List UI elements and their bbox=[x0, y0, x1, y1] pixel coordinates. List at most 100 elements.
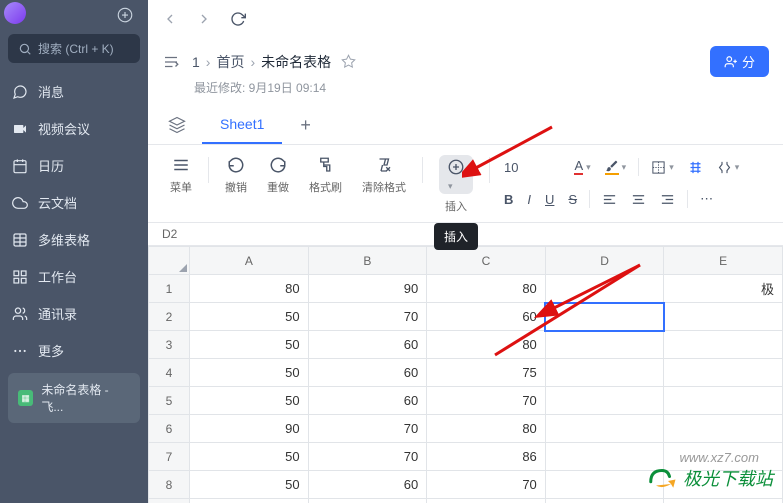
row-header[interactable]: 3 bbox=[149, 331, 190, 359]
column-header[interactable]: A bbox=[190, 247, 309, 275]
menu-button[interactable]: 菜单 bbox=[162, 153, 200, 197]
align-right-button[interactable] bbox=[654, 188, 681, 211]
underline-button[interactable]: U bbox=[539, 188, 560, 211]
refresh-button[interactable] bbox=[230, 11, 246, 27]
cell[interactable]: 极 bbox=[664, 275, 783, 303]
cell[interactable] bbox=[545, 331, 664, 359]
cell[interactable]: 75 bbox=[427, 359, 546, 387]
cell[interactable]: 60 bbox=[308, 387, 427, 415]
undo-button[interactable]: 撤销 bbox=[217, 153, 255, 197]
cell[interactable]: 50 bbox=[190, 499, 309, 503]
column-header[interactable]: B bbox=[308, 247, 427, 275]
cell[interactable] bbox=[664, 499, 783, 503]
cell[interactable]: 60 bbox=[308, 499, 427, 503]
fill-color-button[interactable]: ▾ bbox=[599, 155, 633, 179]
cell[interactable] bbox=[664, 331, 783, 359]
cell[interactable]: 90 bbox=[308, 275, 427, 303]
bold-button[interactable]: B bbox=[498, 188, 519, 211]
cell[interactable]: 70 bbox=[308, 415, 427, 443]
row-header[interactable]: 5 bbox=[149, 387, 190, 415]
border-button[interactable]: ▾ bbox=[645, 156, 680, 179]
sidebar-item-video[interactable]: 视频会议 bbox=[0, 110, 148, 147]
cell[interactable]: 80 bbox=[427, 331, 546, 359]
cell[interactable]: 50 bbox=[190, 359, 309, 387]
sidebar-item-workspace[interactable]: 工作台 bbox=[0, 258, 148, 295]
cell[interactable]: 60 bbox=[308, 359, 427, 387]
collapse-sidebar-icon[interactable] bbox=[162, 53, 180, 71]
add-sheet-button[interactable]: + bbox=[292, 107, 319, 144]
add-icon[interactable] bbox=[116, 6, 134, 24]
font-color-button[interactable]: A▾ bbox=[568, 155, 596, 179]
hamburger-icon bbox=[172, 155, 190, 175]
sidebar-item-calendar[interactable]: 日历 bbox=[0, 147, 148, 184]
cell[interactable]: 70 bbox=[308, 443, 427, 471]
breadcrumb-home[interactable]: 首页 bbox=[216, 52, 244, 72]
cell[interactable] bbox=[664, 303, 783, 331]
sidebar-item-more[interactable]: 更多 bbox=[0, 332, 148, 369]
layers-icon[interactable] bbox=[162, 110, 192, 140]
italic-button[interactable]: I bbox=[521, 188, 537, 211]
cell[interactable]: 60 bbox=[427, 303, 546, 331]
forward-button[interactable] bbox=[196, 11, 212, 27]
sidebar-item-docs[interactable]: 云文档 bbox=[0, 184, 148, 221]
sidebar-item-messages[interactable]: 消息 bbox=[0, 73, 148, 110]
insert-button[interactable]: ▾ 插入 bbox=[431, 153, 481, 216]
cell[interactable]: 90 bbox=[190, 415, 309, 443]
breadcrumb-title[interactable]: 未命名表格 bbox=[261, 52, 331, 72]
cell[interactable]: 73 bbox=[427, 499, 546, 503]
cell[interactable]: 80 bbox=[190, 275, 309, 303]
column-header[interactable]: E bbox=[664, 247, 783, 275]
sidebar-item-contacts[interactable]: 通讯录 bbox=[0, 295, 148, 332]
column-header[interactable]: D bbox=[545, 247, 664, 275]
strike-button[interactable]: S bbox=[562, 188, 583, 211]
wrap-button[interactable] bbox=[682, 156, 709, 179]
more-format-button[interactable]: ⋯ bbox=[694, 187, 719, 211]
back-button[interactable] bbox=[162, 11, 178, 27]
cell[interactable] bbox=[664, 415, 783, 443]
avatar[interactable] bbox=[4, 2, 26, 24]
cell[interactable] bbox=[545, 387, 664, 415]
cell[interactable]: 50 bbox=[190, 471, 309, 499]
search-input[interactable]: 搜索 (Ctrl + K) bbox=[8, 34, 140, 63]
open-doc-tab[interactable]: ▦ 未命名表格 - 飞... bbox=[8, 373, 140, 423]
cell[interactable]: 50 bbox=[190, 387, 309, 415]
align-center-button[interactable] bbox=[625, 188, 652, 211]
row-header[interactable]: 8 bbox=[149, 471, 190, 499]
align-left-button[interactable] bbox=[596, 188, 623, 211]
sidebar-item-base[interactable]: 多维表格 bbox=[0, 221, 148, 258]
cell[interactable] bbox=[664, 387, 783, 415]
cell[interactable]: 50 bbox=[190, 443, 309, 471]
row-header[interactable]: 7 bbox=[149, 443, 190, 471]
row-header[interactable]: 9 bbox=[149, 499, 190, 503]
cell[interactable] bbox=[545, 359, 664, 387]
row-header[interactable]: 4 bbox=[149, 359, 190, 387]
cell[interactable]: 80 bbox=[427, 275, 546, 303]
row-header[interactable]: 6 bbox=[149, 415, 190, 443]
cell[interactable] bbox=[545, 415, 664, 443]
cell[interactable]: 50 bbox=[190, 331, 309, 359]
cell[interactable]: 80 bbox=[427, 415, 546, 443]
cell[interactable] bbox=[545, 303, 664, 331]
cell[interactable] bbox=[545, 499, 664, 503]
row-header[interactable]: 1 bbox=[149, 275, 190, 303]
merge-button[interactable]: ▾ bbox=[711, 156, 746, 179]
font-size-input[interactable]: 10 bbox=[498, 156, 524, 179]
cell[interactable]: 50 bbox=[190, 303, 309, 331]
star-icon[interactable] bbox=[341, 54, 356, 69]
format-painter-button[interactable]: 格式刷 bbox=[301, 153, 350, 197]
cell[interactable]: 70 bbox=[308, 303, 427, 331]
sheet-tab[interactable]: Sheet1 bbox=[202, 106, 282, 144]
redo-button[interactable]: 重做 bbox=[259, 153, 297, 197]
cell[interactable] bbox=[545, 275, 664, 303]
cell[interactable] bbox=[664, 359, 783, 387]
share-button[interactable]: 分 bbox=[710, 46, 769, 77]
cell[interactable]: 70 bbox=[427, 387, 546, 415]
row-header[interactable]: 2 bbox=[149, 303, 190, 331]
cell[interactable]: 60 bbox=[308, 471, 427, 499]
cell[interactable]: 86 bbox=[427, 443, 546, 471]
cell[interactable]: 70 bbox=[427, 471, 546, 499]
cell[interactable]: 60 bbox=[308, 331, 427, 359]
clear-format-button[interactable]: 清除格式 bbox=[354, 153, 414, 197]
column-header[interactable]: C bbox=[427, 247, 546, 275]
select-all-corner[interactable] bbox=[149, 247, 190, 275]
